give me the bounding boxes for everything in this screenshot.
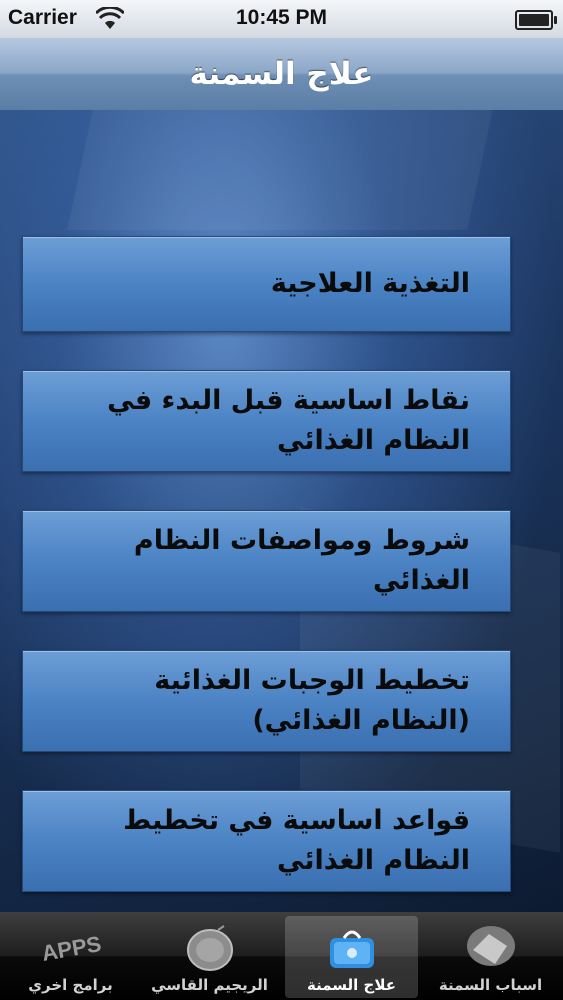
tab-obesity-causes[interactable]: اسباب السمنة <box>424 916 557 998</box>
tab-label: اسباب السمنة <box>438 976 543 994</box>
menu-item-label: قواعد اساسية في تخطيط النظام الغذائي <box>123 805 470 876</box>
background-facet <box>67 110 493 230</box>
menu-item-label: نقاط اساسية قبل البدء في النظام الغذائي <box>107 385 470 456</box>
menu-item-label: تخطيط الوجبات الغذائية (النظام الغذائي) <box>154 665 470 736</box>
menu-item-basics-before-diet[interactable]: نقاط اساسية قبل البدء في النظام الغذائي <box>22 370 511 472</box>
scale-icon <box>329 930 374 968</box>
food-bowl-icon <box>466 926 515 966</box>
content-area: التغذية العلاجية نقاط اساسية قبل البدء ف… <box>0 110 563 912</box>
battery-icon <box>515 10 557 30</box>
status-bar: Carrier 10:45 PM <box>0 0 563 38</box>
apps-icon: APPS <box>39 931 102 966</box>
tab-obesity-treatment[interactable]: علاج السمنة <box>285 916 418 998</box>
menu-item-label: شروط ومواصفات النظام الغذائي <box>133 525 470 596</box>
tab-strict-diet[interactable]: الريجيم القاسي <box>143 916 276 998</box>
menu-item-therapeutic-nutrition[interactable]: التغذية العلاجية <box>22 236 511 332</box>
menu-item-diet-planning-rules[interactable]: قواعد اساسية في تخطيط النظام الغذائي <box>22 790 511 892</box>
menu-item-label: التغذية العلاجية <box>270 268 470 299</box>
tab-other-apps[interactable]: APPS برامج اخري <box>4 916 137 998</box>
tab-label: علاج السمنة <box>307 976 396 994</box>
page-title: علاج السمنة <box>189 56 374 92</box>
clock: 10:45 PM <box>235 6 328 29</box>
tab-bar: APPS برامج اخري الريجيم القاسي علاج السم… <box>0 912 563 1000</box>
tab-label: برامج اخري <box>28 976 113 994</box>
plate-icon <box>186 925 233 971</box>
nav-bar: علاج السمنة <box>0 38 563 111</box>
menu-item-diet-conditions[interactable]: شروط ومواصفات النظام الغذائي <box>22 510 511 612</box>
menu-item-meal-planning[interactable]: تخطيط الوجبات الغذائية (النظام الغذائي) <box>22 650 511 752</box>
svg-text:APPS: APPS <box>39 931 102 966</box>
tab-label: الريجيم القاسي <box>151 976 268 994</box>
